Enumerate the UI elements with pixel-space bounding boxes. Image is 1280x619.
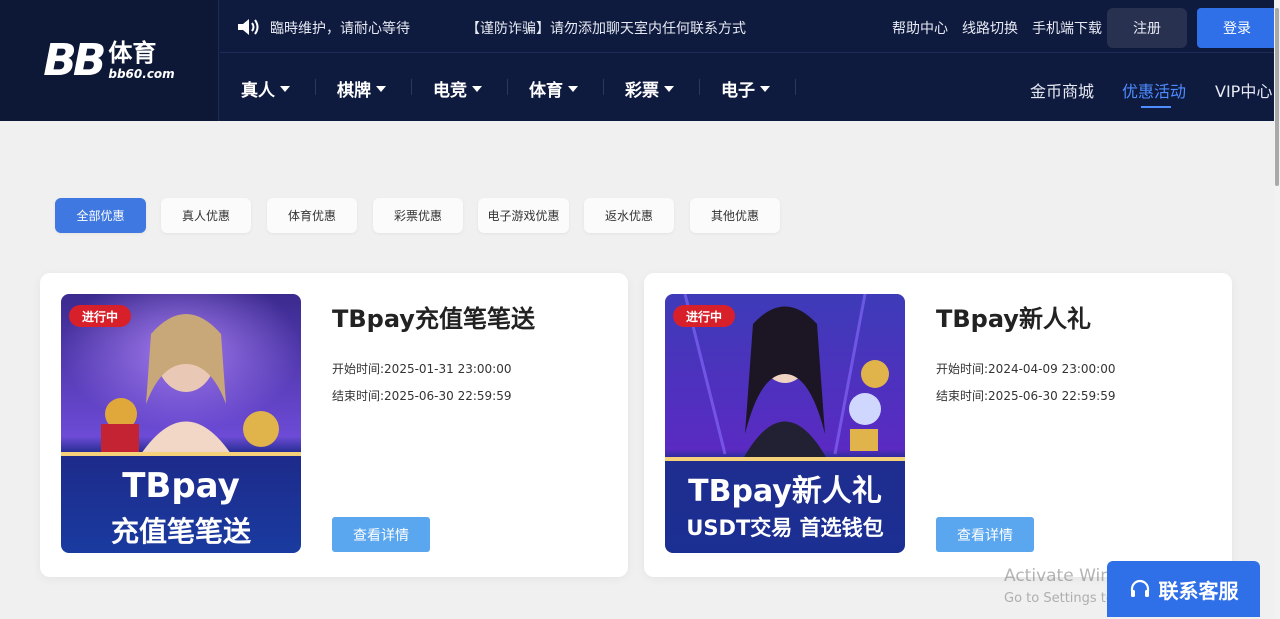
nav-chess[interactable]: 棋牌 (337, 76, 386, 101)
vip-center-link[interactable]: VIP中心 (1215, 78, 1272, 102)
tab-lottery-promos[interactable]: 彩票优惠 (373, 198, 463, 233)
promo-image[interactable]: 进行中 TBpay 充值笔笔送 (61, 294, 301, 553)
logo-mark: BB (43, 35, 106, 86)
nav-divider (603, 79, 604, 95)
tab-sports-promos[interactable]: 体育优惠 (267, 198, 357, 233)
start-value: 2024-04-09 23:00:00 (988, 362, 1116, 376)
nav-lottery[interactable]: 彩票 (625, 76, 674, 101)
fraud-warning-notice: 【谨防诈骗】请勿添加聊天室内任何联系方式 (466, 21, 746, 37)
banner-title: TBpay (122, 466, 240, 506)
status-badge: 进行中 (69, 305, 131, 327)
customer-service-label: 联系客服 (1158, 578, 1239, 603)
active-underline (1141, 106, 1171, 108)
start-value: 2025-01-31 23:00:00 (384, 362, 512, 376)
end-label: 结束时间: (332, 389, 385, 403)
top-bar: 臨時维护，请耐心等待 【谨防诈骗】请勿添加聊天室内任何联系方式 帮助中心 线路切… (220, 0, 1277, 53)
view-details-button[interactable]: 查看详情 (332, 517, 430, 552)
end-label: 结束时间: (936, 389, 989, 403)
top-links: 帮助中心 线路切换 手机端下载 (892, 18, 1102, 38)
line-switch-link[interactable]: 线路切换 (962, 18, 1018, 38)
end-value: 2025-06-30 22:59:59 (988, 389, 1116, 403)
speaker-icon (238, 19, 259, 35)
caret-down-icon (376, 85, 386, 92)
start-label: 开始时间: (936, 362, 989, 376)
promo-start-time: 开始时间:2024-04-09 23:00:00 (936, 360, 1116, 377)
logo-text: 体育 (108, 39, 157, 67)
nav-divider (315, 79, 316, 95)
mobile-download-link[interactable]: 手机端下载 (1032, 18, 1102, 38)
tab-all-promos[interactable]: 全部优惠 (55, 198, 146, 233)
tab-live-promos[interactable]: 真人优惠 (161, 198, 251, 233)
help-center-link[interactable]: 帮助中心 (892, 18, 948, 38)
promotions-link[interactable]: 优惠活动 (1122, 78, 1186, 102)
promo-image[interactable]: 进行中 TBpay新人礼 USDT交易 首选钱包 (665, 294, 905, 553)
promo-end-time: 结束时间:2025-06-30 22:59:59 (936, 387, 1116, 404)
page-scrollbar[interactable] (1274, 0, 1280, 619)
nav-divider (411, 79, 412, 95)
status-badge: 进行中 (673, 305, 735, 327)
login-button[interactable]: 登录 (1197, 8, 1277, 48)
start-label: 开始时间: (332, 362, 385, 376)
customer-service-button[interactable]: 联系客服 (1107, 561, 1260, 617)
caret-down-icon (760, 85, 770, 92)
caret-down-icon (568, 85, 578, 92)
tab-slots-promos[interactable]: 电子游戏优惠 (478, 198, 569, 233)
promo-title: TBpay新人礼 (936, 305, 1091, 333)
nav-label: 棋牌 (337, 81, 371, 101)
promo-end-time: 结束时间:2025-06-30 22:59:59 (332, 387, 512, 404)
headset-icon (1130, 579, 1149, 597)
caret-down-icon (472, 85, 482, 92)
caret-down-icon (664, 85, 674, 92)
promo-card[interactable]: 进行中 TBpay新人礼 USDT交易 首选钱包 TBpay新人礼 开始时间:2… (644, 273, 1232, 577)
promo-card[interactable]: 进行中 TBpay 充值笔笔送 TBpay充值笔笔送 开始时间:2025-01-… (40, 273, 628, 577)
scrollbar-thumb[interactable] (1275, 8, 1279, 186)
banner-subtitle: 充值笔笔送 (110, 515, 251, 548)
caret-down-icon (280, 85, 290, 92)
nav-divider (507, 79, 508, 95)
promo-start-time: 开始时间:2025-01-31 23:00:00 (332, 360, 512, 377)
nav-live[interactable]: 真人 (241, 76, 290, 101)
tab-other-promos[interactable]: 其他优惠 (690, 198, 780, 233)
nav-slots[interactable]: 电子 (721, 76, 770, 101)
tab-rebate-promos[interactable]: 返水优惠 (584, 198, 674, 233)
nav-esports[interactable]: 电竞 (433, 76, 482, 101)
nav-sports[interactable]: 体育 (529, 76, 578, 101)
nav-label: 电竞 (433, 81, 467, 101)
nav-label: 彩票 (625, 81, 659, 101)
nav-divider (699, 79, 700, 95)
banner-subtitle: USDT交易 首选钱包 (686, 516, 884, 540)
site-header: BB 体育 bb60.com 臨時维护，请耐心等待 【谨防诈骗】请勿添加聊天室内… (0, 0, 1277, 121)
view-details-button[interactable]: 查看详情 (936, 517, 1034, 552)
register-button[interactable]: 注册 (1107, 8, 1187, 48)
banner-title: TBpay新人礼 (688, 474, 882, 509)
logo-domain: bb60.com (108, 67, 175, 81)
nav-label: 体育 (529, 81, 563, 101)
maintenance-notice: 臨時维护，请耐心等待 (270, 21, 410, 37)
nav-divider (795, 79, 796, 95)
end-value: 2025-06-30 22:59:59 (384, 389, 512, 403)
nav-label: 真人 (241, 81, 275, 101)
nav-label: 电子 (721, 81, 755, 101)
main-nav: 真人 棋牌 电竞 体育 彩票 电子 金币商城 优惠活动 VIP中心 (220, 54, 1274, 121)
logo[interactable]: BB 体育 bb60.com (0, 0, 219, 121)
promo-title: TBpay充值笔笔送 (332, 305, 535, 333)
coin-shop-link[interactable]: 金币商城 (1030, 78, 1094, 102)
